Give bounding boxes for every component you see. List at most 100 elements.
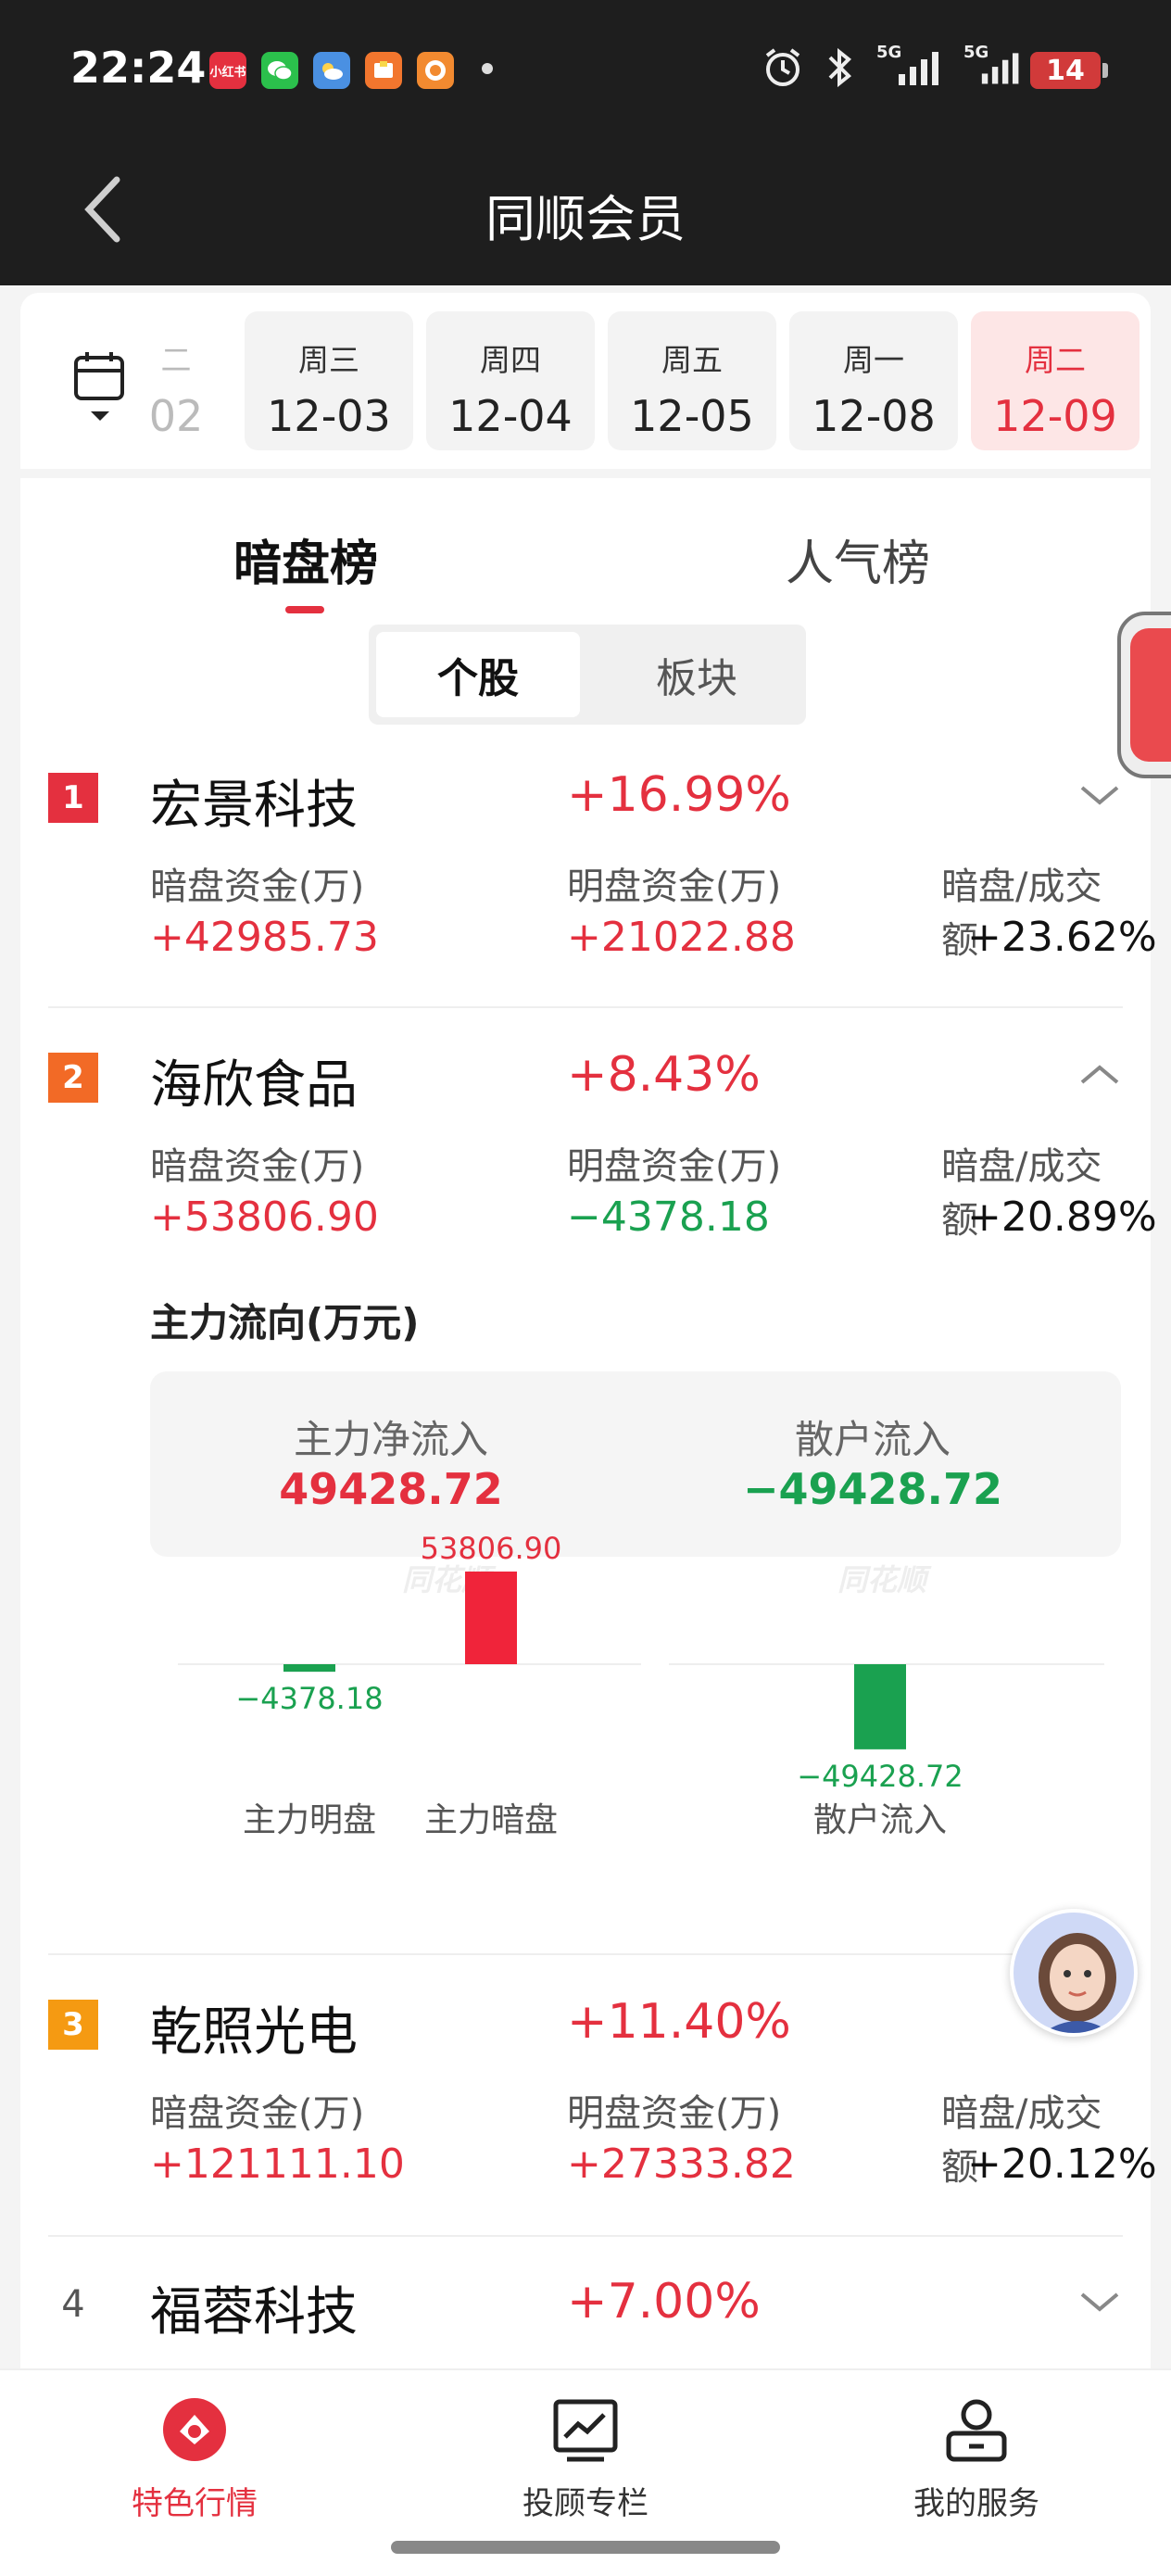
dark-fund-label: 暗盘资金(万) — [150, 865, 365, 908]
chart-data-label: 53806.90 — [421, 1531, 562, 1566]
nav-featured-market[interactable]: 特色行情 — [56, 2394, 334, 2523]
floating-side-tab[interactable] — [1117, 612, 1171, 778]
retail-value: −49428.72 — [742, 1464, 1003, 1514]
stock-name: 海欣食品 — [150, 1055, 358, 1116]
calendar-icon[interactable] — [72, 348, 128, 423]
status-time: 22:24 — [70, 43, 207, 93]
side-tab-icon — [1130, 628, 1171, 762]
chevron-up-icon[interactable] — [1077, 1056, 1123, 1093]
notification-dot — [482, 63, 493, 74]
stock-name: 乾照光电 — [150, 2002, 358, 2063]
date-value: 02 — [148, 391, 204, 441]
app-header: 同顺会员 — [0, 139, 1171, 285]
chart-watermark: 同花顺 — [837, 1562, 932, 1597]
rank-number: 4 — [61, 2283, 85, 2326]
tab-popularity[interactable]: 人气榜 — [786, 524, 930, 594]
chart-bar — [283, 1664, 335, 1673]
chart-bar — [465, 1572, 517, 1664]
open-fund-value: −4378.18 — [567, 1193, 770, 1241]
divider — [48, 2235, 1123, 2237]
date-weekday: 二 — [160, 342, 192, 378]
date-chip[interactable]: 周一 12-08 — [789, 311, 958, 450]
taobao-icon — [417, 52, 454, 89]
dark-fund-value: +121111.10 — [150, 2140, 405, 2188]
segment-control: 个股 板块 — [369, 625, 806, 725]
weather-icon — [313, 52, 350, 89]
date-weekday: 周三 — [298, 342, 359, 378]
chart-trend-icon — [553, 2399, 618, 2462]
segment-stocks[interactable]: 个股 — [376, 632, 580, 717]
nav-label: 我的服务 — [913, 2485, 1039, 2522]
main-net-label: 主力净流入 — [293, 1417, 488, 1462]
bluetooth-icon — [821, 46, 858, 97]
flow-title: 主力流向(万元) — [150, 1300, 420, 1345]
open-fund-value: +21022.88 — [567, 914, 796, 961]
rank-badge: 1 — [48, 773, 98, 823]
date-chip[interactable]: 周三 12-03 — [245, 311, 413, 450]
battery-indicator: 14 — [1030, 52, 1108, 89]
stock-change: +16.99% — [567, 767, 791, 823]
dark-fund-value: +42985.73 — [150, 914, 379, 961]
nav-label: 投顾专栏 — [523, 2485, 648, 2522]
assistant-avatar[interactable] — [1010, 1909, 1138, 2037]
date-weekday: 周二 — [1025, 342, 1086, 378]
date-chip[interactable]: 周四 12-04 — [426, 311, 595, 450]
wechat-icon — [261, 52, 298, 89]
home-indicator[interactable] — [391, 2541, 780, 2554]
status-bar: 22:24 小红书 5G 5G 14 — [0, 0, 1171, 139]
ranking-tabs: 暗盘榜 人气榜 — [20, 506, 1151, 613]
flow-bar-chart: 同花顺 同花顺−4378.18主力明盘53806.90主力暗盘−49428.72散… — [178, 1531, 1104, 1839]
chart-data-label: −49428.72 — [797, 1759, 963, 1794]
date-chip-partial[interactable]: 二 02 — [148, 311, 204, 450]
open-fund-label: 明盘资金(万) — [567, 865, 782, 908]
tab-indicator — [285, 606, 324, 613]
stock-change: +7.00% — [567, 2274, 761, 2330]
stock-change: +11.40% — [567, 1994, 791, 2050]
date-selector: 二 02 周三 12-03 周四 12-04 周五 12-05 周一 12-08… — [20, 293, 1151, 469]
nav-advisor-column[interactable]: 投顾专栏 — [447, 2394, 724, 2523]
wallet-icon — [365, 52, 402, 89]
ratio-value: +20.89% — [967, 1193, 1157, 1241]
signal-icon — [897, 46, 943, 97]
stock-row[interactable]: 4 福蓉科技 +7.00% — [48, 2263, 1123, 2365]
stock-row[interactable]: 1 宏景科技 +16.99% 暗盘资金(万) 明盘资金(万) 暗盘/成交额 +4… — [48, 756, 1157, 1034]
stock-name: 宏景科技 — [150, 776, 358, 836]
nav-my-services[interactable]: 我的服务 — [837, 2394, 1115, 2523]
dark-fund-label: 暗盘资金(万) — [150, 2092, 365, 2135]
user-service-icon — [946, 2399, 1007, 2462]
xiaohongshu-icon: 小红书 — [209, 52, 246, 89]
divider — [48, 1953, 1123, 1955]
open-fund-label: 明盘资金(万) — [567, 1145, 782, 1188]
chart-category-label: 主力明盘 — [243, 1801, 376, 1839]
rank-badge: 2 — [48, 1053, 98, 1103]
stock-row[interactable]: 3 乾照光电 +11.40% 暗盘资金(万) 明盘资金(万) 暗盘/成交额 +1… — [48, 1983, 1157, 2261]
date-value: 12-04 — [448, 391, 573, 441]
date-chip[interactable]: 周五 12-05 — [608, 311, 776, 450]
rank-badge: 3 — [48, 2000, 98, 2050]
signal-icon-2 — [980, 46, 1023, 97]
chevron-down-icon[interactable] — [1077, 777, 1123, 814]
open-fund-value: +27333.82 — [567, 2140, 796, 2188]
ratio-value: +20.12% — [967, 2140, 1157, 2188]
segment-sectors[interactable]: 板块 — [595, 632, 799, 717]
date-weekday: 周一 — [843, 342, 904, 378]
date-value: 12-05 — [630, 391, 754, 441]
alarm-icon — [762, 46, 804, 97]
market-icon — [163, 2398, 226, 2461]
stock-row-expanded[interactable]: 2 海欣食品 +8.43% 暗盘资金(万) 明盘资金(万) 暗盘/成交额 +53… — [48, 1036, 1157, 1314]
date-value: 12-09 — [993, 391, 1117, 441]
date-value: 12-08 — [812, 391, 936, 441]
page-title: 同顺会员 — [485, 190, 686, 248]
date-weekday: 周五 — [661, 342, 723, 378]
date-chip-selected[interactable]: 周二 12-09 — [971, 311, 1140, 450]
date-weekday: 周四 — [480, 342, 541, 378]
ratio-value: +23.62% — [967, 914, 1157, 961]
chevron-down-icon[interactable] — [1077, 2283, 1123, 2320]
dark-fund-label: 暗盘资金(万) — [150, 1145, 365, 1188]
main-net-value: 49428.72 — [279, 1464, 503, 1514]
chart-bar — [854, 1664, 906, 1749]
divider — [48, 1006, 1123, 1008]
chart-data-label: −4378.18 — [235, 1681, 383, 1716]
stock-name: 福蓉科技 — [150, 2282, 358, 2342]
tab-dark-pool[interactable]: 暗盘榜 — [233, 524, 378, 594]
